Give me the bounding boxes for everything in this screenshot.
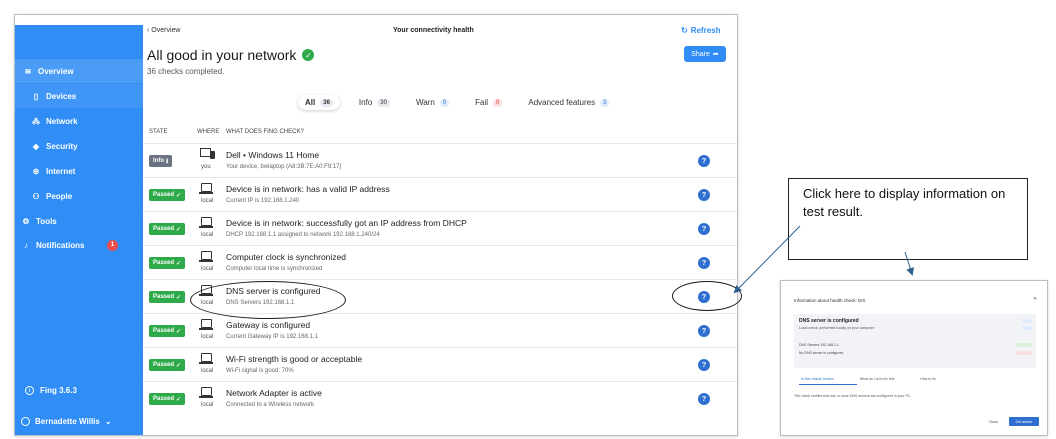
popup-share-button[interactable]: Get advice [1009, 417, 1039, 426]
popup-line: DNS Servers 192.168.1.1 [799, 343, 839, 347]
info-popup: Information about health check: DIS ✕ DN… [780, 280, 1048, 436]
popup-title: Information about health check: DIS [794, 298, 866, 303]
tab-underline [799, 384, 857, 385]
popup-tabs: Is this critical/ broken What do I do to… [801, 377, 936, 381]
popup-description: The check verifies that one or more DNS … [794, 394, 912, 398]
arrow-to-popup [904, 251, 914, 276]
popup-tag [1022, 319, 1032, 323]
popup-heading: DNS server is configured [799, 318, 859, 324]
popup-tag [1016, 343, 1032, 347]
popup-tag [1022, 326, 1032, 330]
popup-sub: Local check: performed locally on your c… [799, 326, 875, 330]
popup-line: No DNS server is configured [799, 351, 844, 355]
popup-tab[interactable]: How to fix [920, 377, 935, 381]
close-icon[interactable]: ✕ [1033, 296, 1037, 302]
popup-panel: DNS server is configured Local check: pe… [794, 314, 1036, 368]
popup-tab[interactable]: What do I do to fix this [860, 377, 895, 381]
popup-close-button[interactable]: Close [989, 420, 998, 424]
popup-tab[interactable]: Is this critical/ broken [801, 377, 834, 381]
popup-tag [1016, 351, 1032, 355]
